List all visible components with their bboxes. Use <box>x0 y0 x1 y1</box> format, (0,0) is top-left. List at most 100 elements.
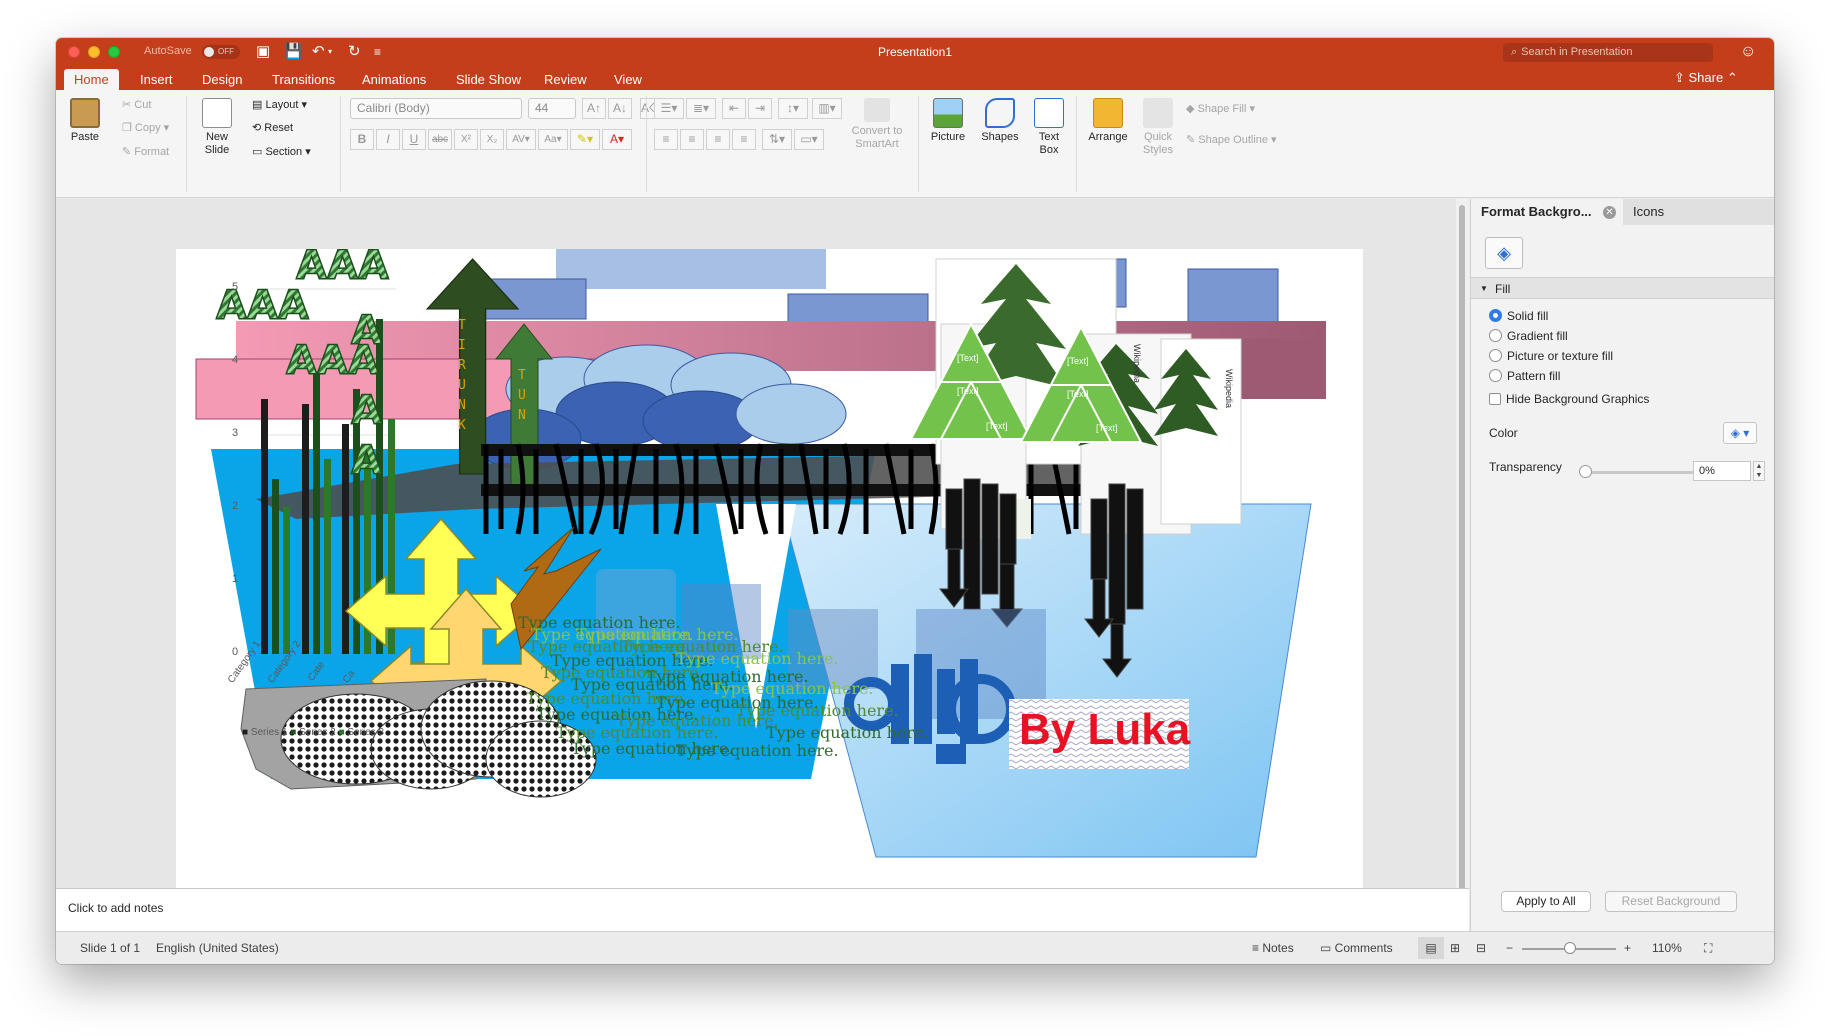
font-color-icon[interactable]: A▾ <box>602 129 632 150</box>
language-status[interactable]: English (United States) <box>156 941 279 955</box>
reset-background-button[interactable]: Reset Background <box>1605 891 1737 912</box>
checkbox[interactable] <box>1489 393 1501 405</box>
section-button[interactable]: ▭ Section ▾ <box>252 145 311 158</box>
tab-icons[interactable]: Icons <box>1623 199 1774 225</box>
normal-view-icon[interactable]: ▤ <box>1418 937 1444 959</box>
strikethrough-icon[interactable]: abc <box>428 129 452 150</box>
font-size-field[interactable]: 44 <box>528 98 576 119</box>
reset-button[interactable]: ⟲ Reset <box>252 121 293 134</box>
increase-indent-icon[interactable]: ⇥ <box>748 98 772 119</box>
decrease-indent-icon[interactable]: ⇤ <box>722 98 746 119</box>
char-spacing-icon[interactable]: AV▾ <box>506 129 536 150</box>
svg-text:U: U <box>518 388 526 403</box>
zoom-in-icon[interactable]: + <box>1624 941 1631 955</box>
scrollbar-thumb[interactable] <box>1459 205 1465 919</box>
tab-animations[interactable]: Animations <box>352 69 436 90</box>
zoom-level[interactable]: 110% <box>1652 941 1682 955</box>
radio-unselected[interactable] <box>1489 349 1502 362</box>
search-input[interactable]: ⌕ Search in Presentation <box>1503 43 1713 62</box>
tab-design[interactable]: Design <box>192 69 252 90</box>
close-pane-icon[interactable]: ✕ <box>1603 206 1616 219</box>
notes-placeholder: Click to add notes <box>68 901 164 915</box>
numbering-icon[interactable]: ≣▾ <box>686 98 716 119</box>
solid-fill-option[interactable]: Solid fill <box>1489 309 1548 323</box>
align-right-icon[interactable]: ≡ <box>706 129 730 150</box>
signature-text[interactable]: By Luka <box>1019 705 1190 755</box>
align-left-icon[interactable]: ≡ <box>654 129 678 150</box>
text-box-button[interactable]: Text Box <box>1030 98 1068 157</box>
shape-outline-button[interactable]: ✎ Shape Outline ▾ <box>1186 133 1277 146</box>
tab-format-background[interactable]: Format Backgro... <box>1471 199 1623 225</box>
shape-fill-button[interactable]: ◆ Shape Fill ▾ <box>1186 102 1255 115</box>
notes-label: Notes <box>1262 941 1294 955</box>
picture-icon <box>933 98 963 128</box>
picture-fill-option[interactable]: Picture or texture fill <box>1489 349 1613 363</box>
picture-button[interactable]: Picture <box>926 98 970 144</box>
tab-slide-show[interactable]: Slide Show <box>446 69 531 90</box>
increase-font-icon[interactable]: A↑ <box>582 98 606 119</box>
decrease-font-icon[interactable]: A↓ <box>608 98 632 119</box>
quick-styles-button[interactable]: Quick Styles <box>1136 98 1180 157</box>
italic-icon[interactable]: I <box>376 129 400 150</box>
vertical-scrollbar[interactable] <box>1456 199 1469 931</box>
slide-sorter-icon[interactable]: ⊞ <box>1450 941 1460 955</box>
convert-smartart-button[interactable]: Convert to SmartArt <box>842 98 912 151</box>
tab-view[interactable]: View <box>604 69 652 90</box>
underline-icon[interactable]: U <box>402 129 426 150</box>
shapes-button[interactable]: Shapes <box>978 98 1022 144</box>
radio-selected[interactable] <box>1489 309 1502 322</box>
arrange-button[interactable]: Arrange <box>1084 98 1132 144</box>
superscript-icon[interactable]: X² <box>454 129 478 150</box>
tab-review[interactable]: Review <box>534 69 597 90</box>
format-painter-button[interactable]: ✎ Format <box>122 145 169 158</box>
smartart-icon <box>864 98 890 122</box>
align-text-icon[interactable]: ▭▾ <box>794 129 824 150</box>
apply-to-all-button[interactable]: Apply to All <box>1501 891 1591 912</box>
slide-canvas[interactable]: AAA AAA AAA A A A TIRUNK TUN Wikipedia W… <box>176 249 1363 917</box>
change-case-icon[interactable]: Aa▾ <box>538 129 568 150</box>
subscript-icon[interactable]: X₂ <box>480 129 504 150</box>
bullets-icon[interactable]: ☰▾ <box>654 98 684 119</box>
reading-view-icon[interactable]: ⊟ <box>1476 941 1486 955</box>
layout-button[interactable]: ▤ Layout ▾ <box>252 98 307 111</box>
paste-button[interactable]: Paste <box>62 98 108 144</box>
collapse-ribbon-icon[interactable]: ⌃ <box>1727 70 1738 85</box>
tab-insert[interactable]: Insert <box>130 69 183 90</box>
copy-button[interactable]: ❐ Copy ▾ <box>122 121 169 134</box>
new-slide-button[interactable]: New Slide <box>194 98 240 157</box>
bold-icon[interactable]: B <box>350 129 374 150</box>
feedback-smiley-icon[interactable]: ☺ <box>1740 43 1756 61</box>
notes-pane[interactable]: Click to add notes <box>56 888 1469 931</box>
transparency-field[interactable]: 0% <box>1693 461 1751 481</box>
convert-label-line2: SmartArt <box>855 138 899 150</box>
tab-transitions[interactable]: Transitions <box>262 69 345 90</box>
equation-placeholder[interactable]: Type equation here. <box>766 723 929 742</box>
fill-section-header[interactable]: Fill <box>1471 277 1774 300</box>
radio-unselected[interactable] <box>1489 329 1502 342</box>
gradient-fill-option[interactable]: Gradient fill <box>1489 329 1568 343</box>
radio-unselected[interactable] <box>1489 369 1502 382</box>
zoom-slider-knob[interactable] <box>1564 942 1576 954</box>
justify-icon[interactable]: ≡ <box>732 129 756 150</box>
align-center-icon[interactable]: ≡ <box>680 129 704 150</box>
hide-background-checkbox[interactable]: Hide Background Graphics <box>1489 392 1649 406</box>
highlight-icon[interactable]: ✎▾ <box>570 129 600 150</box>
tab-home[interactable]: Home <box>64 69 119 90</box>
equation-placeholder[interactable]: Type equation here. <box>676 741 839 760</box>
transparency-stepper[interactable]: ▲ ▼ <box>1753 461 1765 481</box>
fill-category-icon[interactable]: ◈ <box>1485 237 1523 269</box>
transparency-slider-knob[interactable] <box>1579 465 1592 478</box>
cut-button[interactable]: ✂ Cut <box>122 98 151 111</box>
zoom-out-icon[interactable]: − <box>1506 941 1513 955</box>
columns-icon[interactable]: ▥▾ <box>812 98 842 119</box>
notes-button[interactable]: ≡ Notes <box>1252 941 1294 955</box>
font-name-field[interactable]: Calibri (Body) <box>350 98 522 119</box>
color-picker-button[interactable]: ◈ ▾ <box>1723 422 1757 444</box>
fit-to-window-icon[interactable]: ⛶ <box>1704 941 1712 956</box>
line-spacing-icon[interactable]: ↕▾ <box>778 98 808 119</box>
pattern-fill-option[interactable]: Pattern fill <box>1489 369 1560 383</box>
share-button[interactable]: ⇪ Share ⌃ <box>1674 70 1738 86</box>
quick-styles-label-line2: Styles <box>1143 144 1173 156</box>
comments-button[interactable]: ▭ Comments <box>1320 941 1393 955</box>
text-direction-icon[interactable]: ⇅▾ <box>762 129 792 150</box>
